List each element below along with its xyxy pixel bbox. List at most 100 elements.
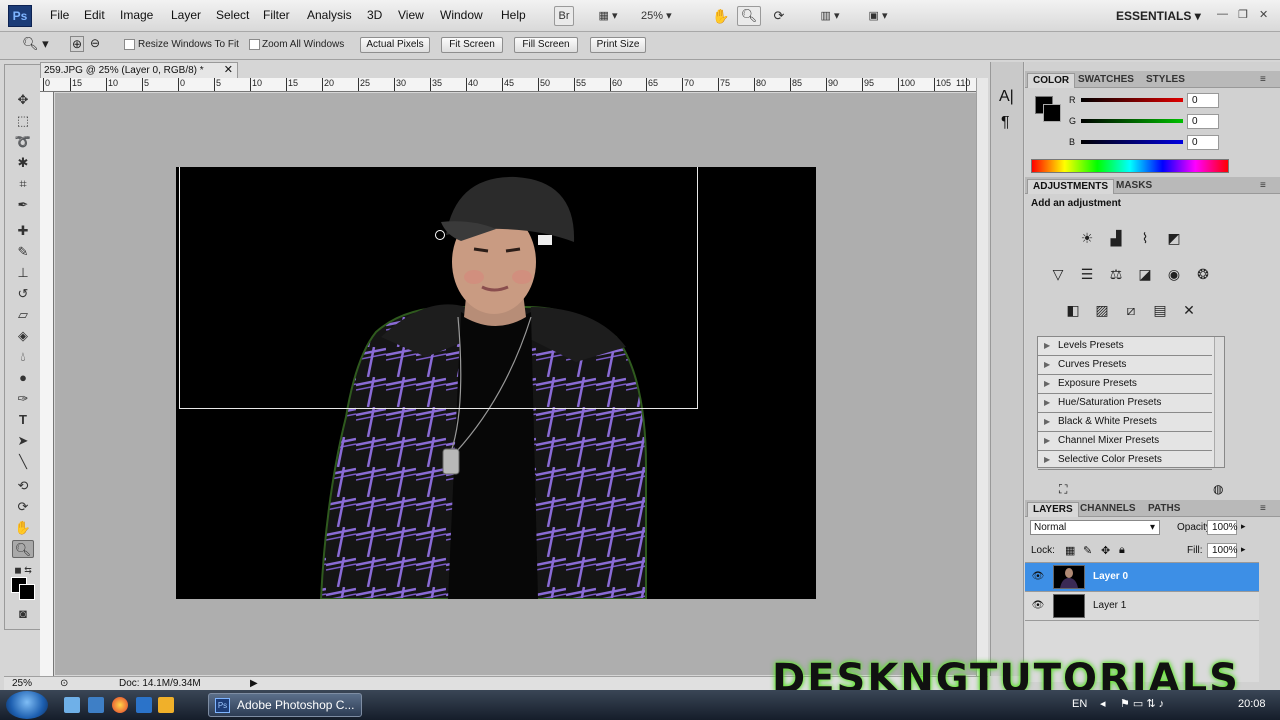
menu-help[interactable]: Help: [501, 8, 526, 22]
tab-styles[interactable]: STYLES: [1141, 73, 1190, 88]
rotate-view-button[interactable]: ⟳: [768, 6, 790, 26]
folder-icon[interactable]: [158, 697, 174, 713]
preset-hue-saturation[interactable]: Hue/Saturation Presets: [1038, 394, 1212, 413]
clone-stamp-tool-icon[interactable]: ⊥: [12, 264, 34, 282]
exposure-icon[interactable]: ◩: [1163, 227, 1185, 249]
close-document-icon[interactable]: ✕: [224, 63, 233, 78]
invert-icon[interactable]: ◧: [1062, 299, 1084, 321]
eyedropper-tool-icon[interactable]: ✒: [12, 196, 34, 214]
opacity-input[interactable]: 100%: [1207, 520, 1238, 535]
panel-menu-icon[interactable]: ≡: [1255, 73, 1271, 88]
menu-select[interactable]: Select: [216, 8, 249, 22]
tab-layers[interactable]: LAYERS: [1027, 502, 1079, 517]
zoom-tool-icon[interactable]: 🔍︎: [12, 540, 34, 558]
menu-file[interactable]: File: [50, 8, 69, 22]
tab-adjustments[interactable]: ADJUSTMENTS: [1027, 179, 1115, 194]
chrome-icon[interactable]: [112, 697, 128, 713]
restore-button[interactable]: ❐: [1238, 8, 1248, 21]
menu-edit[interactable]: Edit: [84, 8, 105, 22]
green-slider[interactable]: [1081, 119, 1183, 123]
levels-icon[interactable]: ▟: [1105, 227, 1127, 249]
blue-value-input[interactable]: 0: [1187, 135, 1219, 150]
brightness-contrast-icon[interactable]: ☀: [1076, 227, 1098, 249]
zoom-status[interactable]: 25%: [12, 677, 32, 690]
threshold-icon[interactable]: ⧄: [1120, 299, 1142, 321]
tab-color[interactable]: COLOR: [1027, 73, 1076, 88]
view-extras-button[interactable]: ▦ ▾: [590, 6, 626, 26]
3d-rotate-tool-icon[interactable]: ⟲: [12, 477, 34, 495]
layer-row-layer-1[interactable]: 👁︎ Layer 1: [1025, 592, 1259, 621]
hue-saturation-icon[interactable]: ☰: [1076, 263, 1098, 285]
menu-image[interactable]: Image: [120, 8, 153, 22]
preset-selective-color[interactable]: Selective Color Presets: [1038, 451, 1212, 470]
zoom-tool-button[interactable]: 🔍︎: [737, 6, 761, 26]
curves-icon[interactable]: ⌇: [1134, 227, 1156, 249]
start-button[interactable]: [6, 691, 48, 719]
menu-analysis[interactable]: Analysis: [307, 8, 352, 22]
red-value-input[interactable]: 0: [1187, 93, 1219, 108]
zoom-tool-preset-icon[interactable]: 🔍︎ ▾: [22, 36, 49, 52]
dodge-tool-icon[interactable]: ●: [12, 369, 34, 387]
actual-pixels-button[interactable]: Actual Pixels: [360, 37, 430, 53]
tab-channels[interactable]: CHANNELS: [1075, 502, 1141, 517]
healing-brush-tool-icon[interactable]: ✚: [12, 222, 34, 240]
quick-mask-icon[interactable]: ◙: [12, 605, 34, 623]
preset-levels[interactable]: Levels Presets: [1038, 337, 1212, 356]
fit-screen-button[interactable]: Fit Screen: [441, 37, 503, 53]
menu-window[interactable]: Window: [440, 8, 483, 22]
clock[interactable]: 20:08: [1238, 698, 1266, 710]
character-panel-icon[interactable]: A|: [999, 88, 1014, 106]
magic-wand-tool-icon[interactable]: ✱: [12, 154, 34, 172]
lock-position-icon[interactable]: ✥: [1101, 544, 1110, 557]
workspace-switcher[interactable]: ESSENTIALS ▾: [1116, 9, 1201, 23]
line-tool-icon[interactable]: ╲: [12, 453, 34, 471]
close-button[interactable]: ✕: [1259, 8, 1268, 21]
layer-row-layer-0[interactable]: 👁︎ Layer 0: [1025, 563, 1259, 592]
clip-layer-icon[interactable]: ◍: [1213, 482, 1223, 496]
zoom-in-icon[interactable]: ⊕: [70, 36, 85, 52]
vertical-scrollbar[interactable]: [976, 78, 988, 676]
background-color-swatch[interactable]: [19, 584, 35, 600]
zoom-level-dropdown[interactable]: 25% ▾: [640, 6, 690, 26]
lasso-tool-icon[interactable]: ➰: [12, 133, 34, 151]
visibility-eye-icon[interactable]: 👁︎: [1031, 571, 1045, 582]
paragraph-panel-icon[interactable]: ¶: [1001, 114, 1010, 132]
fill-screen-button[interactable]: Fill Screen: [514, 37, 578, 53]
lock-all-icon[interactable]: 🔒︎: [1119, 544, 1125, 557]
preset-channel-mixer[interactable]: Channel Mixer Presets: [1038, 432, 1212, 451]
show-desktop-icon[interactable]: [64, 697, 80, 713]
background-color-chip[interactable]: [1043, 104, 1061, 122]
resize-windows-checkbox[interactable]: [124, 39, 135, 50]
brush-tool-icon[interactable]: ✎: [12, 243, 34, 261]
hand-tool-button[interactable]: ✋: [710, 6, 732, 26]
taskbar-photoshop[interactable]: Ps Adobe Photoshop C...: [208, 693, 362, 717]
gradient-map-icon[interactable]: ▤: [1149, 299, 1171, 321]
media-icon[interactable]: [136, 697, 152, 713]
panel-menu-icon[interactable]: ≡: [1255, 179, 1271, 194]
presets-scrollbar[interactable]: [1214, 337, 1224, 467]
black-white-icon[interactable]: ◪: [1134, 263, 1156, 285]
document-tab[interactable]: 259.JPG @ 25% (Layer 0, RGB/8) * ✕: [40, 62, 238, 78]
blur-tool-icon[interactable]: 💧︎: [12, 348, 34, 366]
paint-bucket-tool-icon[interactable]: ◈: [12, 327, 34, 345]
language-indicator[interactable]: EN: [1072, 698, 1087, 710]
tab-masks[interactable]: MASKS: [1111, 179, 1157, 194]
red-slider[interactable]: [1081, 98, 1183, 102]
print-size-button[interactable]: Print Size: [590, 37, 646, 53]
arrange-documents-button[interactable]: ▥ ▾: [812, 6, 848, 26]
return-to-list-icon[interactable]: ⛶: [1059, 482, 1067, 497]
fill-slider-arrow-icon[interactable]: ▸: [1241, 544, 1246, 555]
status-menu-icon[interactable]: ⊙: [60, 677, 68, 690]
photo-filter-icon[interactable]: ◉: [1163, 263, 1185, 285]
crop-tool-icon[interactable]: ⌗: [12, 175, 34, 193]
explorer-icon[interactable]: [88, 697, 104, 713]
vibrance-icon[interactable]: ▽: [1047, 263, 1069, 285]
screen-mode-button[interactable]: ▣ ▾: [860, 6, 896, 26]
lock-image-icon[interactable]: ✎: [1083, 544, 1092, 557]
color-balance-icon[interactable]: ⚖: [1105, 263, 1127, 285]
lock-transparency-icon[interactable]: ▦: [1065, 544, 1075, 557]
menu-3d[interactable]: 3D: [367, 8, 382, 22]
3d-orbit-tool-icon[interactable]: ⟳: [12, 498, 34, 516]
path-selection-tool-icon[interactable]: ➤: [12, 432, 34, 450]
tab-swatches[interactable]: SWATCHES: [1073, 73, 1139, 88]
